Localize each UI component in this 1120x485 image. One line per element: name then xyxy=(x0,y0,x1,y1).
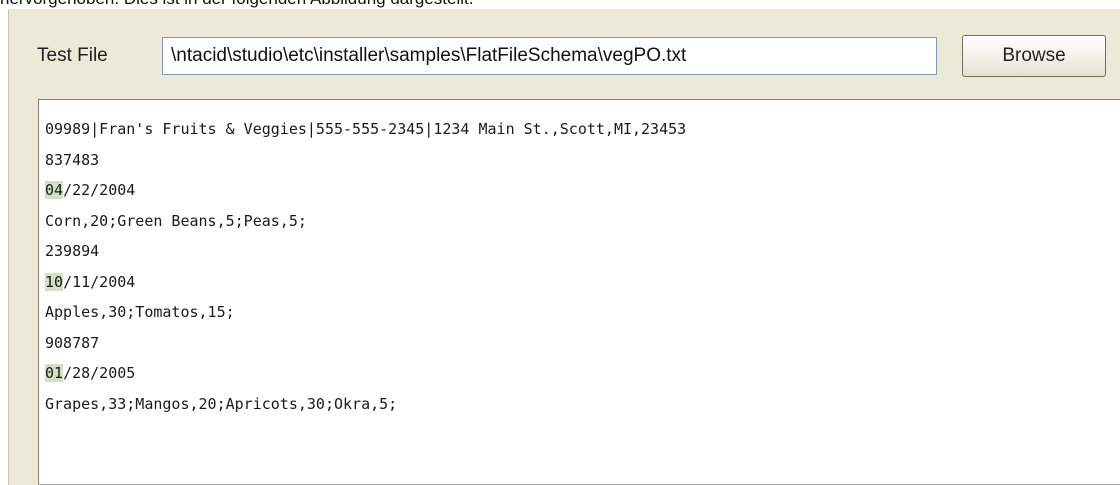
content-line: 10/11/2004 xyxy=(45,267,1120,298)
content-line: 04/22/2004 xyxy=(45,175,1120,206)
content-line: 908787 xyxy=(45,328,1120,359)
content-line: Apples,30;Tomatos,15; xyxy=(45,297,1120,328)
content-line-text: /11/2004 xyxy=(63,272,136,291)
content-line: 837483 xyxy=(45,145,1120,176)
content-line: 01/28/2005 xyxy=(45,358,1120,389)
content-line-text: /28/2005 xyxy=(63,364,136,382)
content-line: 239894 xyxy=(45,236,1120,267)
test-file-path-input[interactable]: \ntacid\studio\etc\installer\samples\Fla… xyxy=(162,37,937,75)
content-line-text: 908787 xyxy=(45,333,100,352)
file-content-textarea[interactable]: 09989|Fran's Fruits & Veggies|555-555-23… xyxy=(38,99,1120,485)
content-line-text: 09989|Fran's Fruits & Veggies|555-555-23… xyxy=(45,120,687,138)
content-line: Grapes,33;Mangos,20;Apricots,30;Okra,5; xyxy=(45,389,1120,420)
content-line: Corn,20;Green Beans,5;Peas,5; xyxy=(45,206,1120,237)
content-line-text: /22/2004 xyxy=(63,181,136,199)
browse-button[interactable]: Browse xyxy=(962,35,1106,77)
content-line-text: Grapes,33;Mangos,20;Apricots,30;Okra,5; xyxy=(45,394,398,413)
date-month-highlight: 01 xyxy=(45,364,64,382)
test-file-row: Test File \ntacid\studio\etc\installer\s… xyxy=(9,9,1120,89)
date-month-highlight: 04 xyxy=(45,181,64,199)
content-line: 09989|Fran's Fruits & Veggies|555-555-23… xyxy=(45,114,1120,145)
test-file-label: Test File xyxy=(37,45,108,66)
content-line-text: Corn,20;Green Beans,5;Peas,5; xyxy=(45,211,307,230)
test-file-panel: Test File \ntacid\studio\etc\installer\s… xyxy=(8,9,1120,485)
date-month-highlight: 10 xyxy=(45,272,64,291)
content-line-text: 837483 xyxy=(45,150,100,169)
document-caption: hervorgehoben. Dies ist in der folgenden… xyxy=(0,0,1120,9)
content-line-text: Apples,30;Tomatos,15; xyxy=(45,303,235,321)
content-line-text: 239894 xyxy=(45,242,100,260)
